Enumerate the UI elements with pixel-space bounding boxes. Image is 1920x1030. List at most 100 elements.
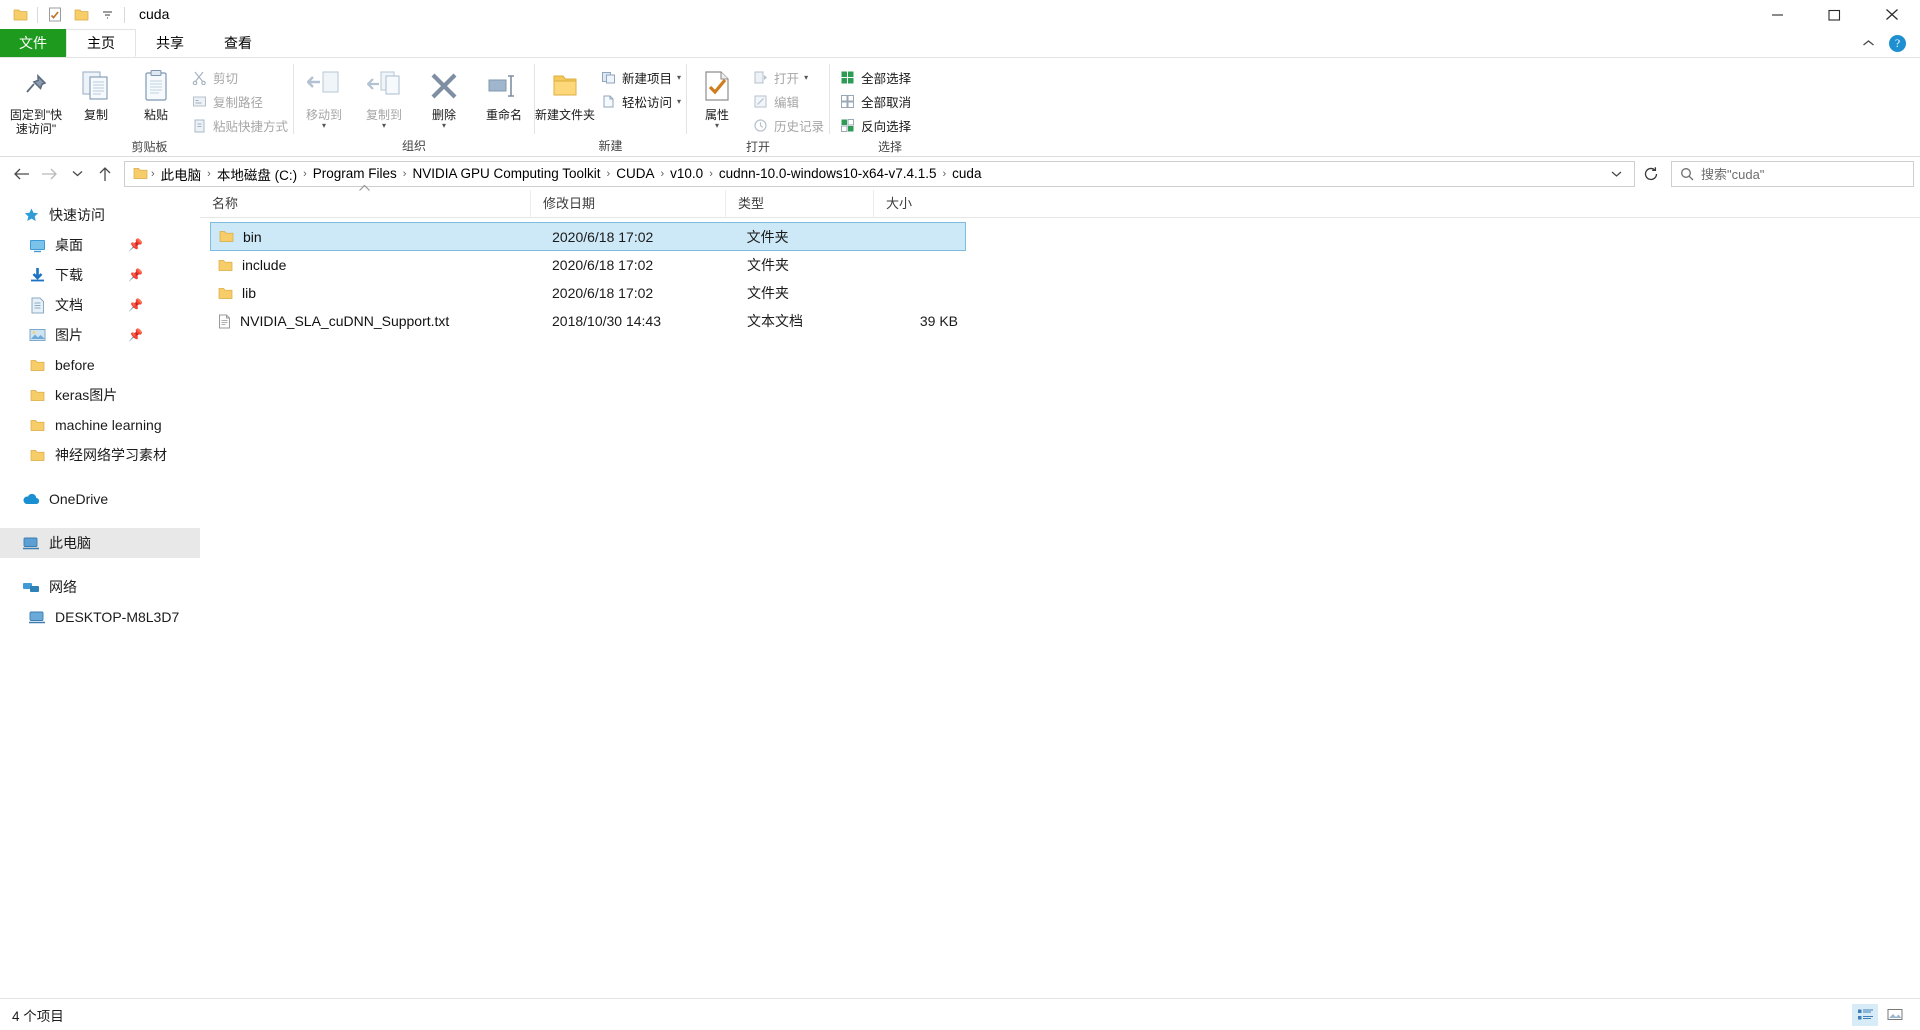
help-icon[interactable]: ? (1889, 34, 1906, 52)
tab-share[interactable]: 共享 (136, 29, 204, 57)
chevron-down-icon[interactable]: ▾ (322, 122, 326, 130)
folder-icon (28, 416, 46, 434)
breadcrumb-item-cuda-folder[interactable]: cuda (947, 164, 986, 183)
breadcrumb-item-cuda[interactable]: CUDA (611, 164, 659, 183)
copy-button[interactable]: 复制 (66, 64, 126, 122)
breadcrumb-item-program-files[interactable]: Program Files (308, 164, 402, 183)
pictures-icon (28, 326, 46, 344)
pin-icon[interactable]: 📌 (128, 298, 143, 312)
view-buttons (1852, 1003, 1908, 1026)
paste-button[interactable]: 粘贴 (126, 64, 186, 122)
table-row[interactable]: NVIDIA_SLA_cuDNN_Support.txt 2018/10/30 … (210, 307, 966, 335)
easy-access-button[interactable]: 轻松访问 ▾ (595, 90, 686, 113)
breadcrumb-item-this-pc[interactable]: 此电脑 (156, 162, 207, 186)
chevron-down-icon[interactable]: ▾ (677, 74, 681, 82)
sidebar-item-desktop-computer[interactable]: DESKTOP-M8L3D7 (0, 602, 200, 632)
customize-qat-icon[interactable] (94, 2, 120, 28)
rename-label: 重命名 (486, 108, 523, 122)
chevron-down-icon[interactable]: ▾ (677, 98, 681, 106)
up-arrow-icon[interactable] (92, 161, 118, 187)
sidebar-item-onedrive[interactable]: OneDrive (0, 484, 200, 514)
minimize-icon[interactable] (1749, 0, 1806, 29)
pin-icon[interactable]: 📌 (128, 238, 143, 252)
copy-path-button[interactable]: 复制路径 (186, 90, 293, 113)
history-icon (752, 117, 769, 134)
file-size-cell: 39 KB (919, 313, 958, 329)
sidebar-item-desktop[interactable]: 桌面 📌 (0, 230, 200, 260)
ribbon-group-organize-label: 组织 (402, 139, 427, 153)
sidebar-item-keras[interactable]: keras图片 (0, 380, 200, 410)
breadcrumb-item-cudnn[interactable]: cudnn-10.0-windows10-x64-v7.4.1.5 (714, 164, 942, 183)
chevron-down-icon[interactable]: ▾ (715, 122, 719, 130)
new-folder-button[interactable]: 新建文件夹 (535, 64, 595, 122)
sidebar-item-this-pc[interactable]: 此电脑 (0, 528, 200, 558)
column-name[interactable]: 名称 (200, 184, 530, 218)
folder-icon (28, 446, 46, 464)
properties-icon[interactable] (42, 2, 68, 28)
tab-view[interactable]: 查看 (204, 29, 272, 57)
history-button[interactable]: 历史记录 (747, 114, 829, 137)
sidebar-item-machine-learning[interactable]: machine learning (0, 410, 200, 440)
breadcrumb-item-v10[interactable]: v10.0 (665, 164, 708, 183)
search-input[interactable]: 搜索"cuda" (1671, 160, 1914, 187)
chevron-down-icon[interactable] (1603, 170, 1630, 178)
select-none-button[interactable]: 全部取消 (834, 90, 916, 113)
large-icons-view-button[interactable] (1882, 1004, 1908, 1026)
rename-button[interactable]: 重命名 (474, 64, 534, 122)
sidebar-item-neural-network[interactable]: 神经网络学习素材 (0, 440, 200, 470)
folder-icon[interactable] (7, 2, 33, 28)
tab-file[interactable]: 文件 (0, 29, 66, 57)
paste-shortcut-button[interactable]: 粘贴快捷方式 (186, 114, 293, 137)
properties-button[interactable]: 属性 ▾ (687, 64, 747, 130)
sidebar-item-documents[interactable]: 文档 📌 (0, 290, 200, 320)
pin-icon[interactable]: 📌 (128, 328, 143, 342)
chevron-down-icon[interactable]: ▾ (382, 122, 386, 130)
sidebar-item-network[interactable]: 网络 (0, 572, 200, 602)
new-folder-icon (550, 66, 580, 106)
column-date-modified[interactable]: 修改日期 (530, 189, 725, 218)
back-arrow-icon[interactable] (8, 161, 34, 187)
recent-locations-icon[interactable] (64, 161, 90, 187)
chevron-down-icon[interactable]: ▾ (442, 122, 446, 130)
breadcrumb-item-local-disk[interactable]: 本地磁盘 (C:) (212, 162, 302, 186)
status-bar: 4 个项目 (0, 998, 1920, 1030)
open-button[interactable]: 打开 ▾ (747, 66, 829, 89)
refresh-icon[interactable] (1637, 161, 1665, 187)
folder-icon[interactable] (68, 2, 94, 28)
copy-to-button[interactable]: 复制到 ▾ (354, 64, 414, 130)
new-item-button[interactable]: 新建项目 ▾ (595, 66, 686, 89)
sidebar-item-downloads[interactable]: 下载 📌 (0, 260, 200, 290)
chevron-down-icon[interactable]: ▾ (804, 74, 808, 82)
cut-button[interactable]: 剪切 (186, 66, 293, 89)
move-to-button[interactable]: 移动到 ▾ (294, 64, 354, 130)
breadcrumb-item-nvidia-toolkit[interactable]: NVIDIA GPU Computing Toolkit (407, 164, 605, 183)
invert-selection-button[interactable]: 反向选择 (834, 114, 916, 137)
file-date-cell: 2020/6/18 17:02 (552, 257, 654, 273)
table-row[interactable]: bin 2020/6/18 17:02 文件夹 (210, 222, 966, 251)
pin-icon[interactable]: 📌 (128, 268, 143, 282)
maximize-icon[interactable] (1806, 0, 1863, 29)
sidebar-item-quick-access[interactable]: 快速访问 (0, 200, 200, 230)
breadcrumb[interactable]: › 此电脑 › 本地磁盘 (C:) › Program Files › NVID… (124, 160, 1635, 187)
table-row[interactable]: include 2020/6/18 17:02 文件夹 (210, 251, 966, 279)
select-all-button[interactable]: 全部选择 (834, 66, 916, 89)
table-row[interactable]: lib 2020/6/18 17:02 文件夹 (210, 279, 966, 307)
search-placeholder: 搜索"cuda" (1701, 167, 1765, 182)
chevron-up-icon[interactable] (1862, 39, 1875, 48)
forward-arrow-icon[interactable] (36, 161, 62, 187)
navigation-pane: 快速访问 桌面 📌 下载 📌 文档 📌 图片 📌 before keras图片 … (0, 190, 200, 998)
close-icon[interactable] (1863, 0, 1920, 29)
sidebar-item-pictures[interactable]: 图片 📌 (0, 320, 200, 350)
column-size[interactable]: 大小 (873, 189, 956, 218)
pin-to-quick-access-button[interactable]: 固定到"快速访问" (6, 64, 66, 136)
column-type[interactable]: 类型 (725, 189, 873, 218)
delete-button[interactable]: 删除 ▾ (414, 64, 474, 130)
tab-home[interactable]: 主页 (66, 29, 136, 57)
details-view-button[interactable] (1852, 1003, 1878, 1026)
sidebar-label: OneDrive (49, 491, 109, 507)
ribbon-group-open-label: 打开 (746, 140, 771, 154)
edit-button[interactable]: 编辑 (747, 90, 829, 113)
paste-shortcut-label: 粘贴快捷方式 (213, 120, 289, 134)
sidebar-item-before[interactable]: before (0, 350, 200, 380)
